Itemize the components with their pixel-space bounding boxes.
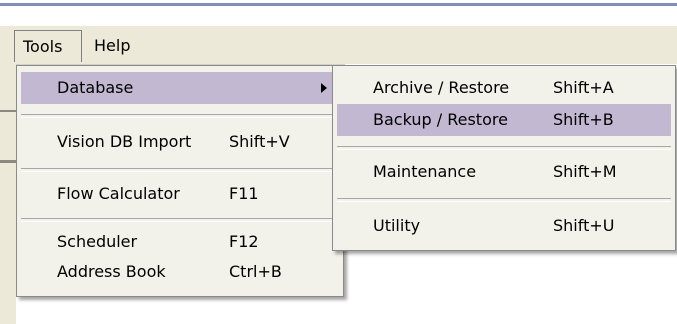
menu-item-backup-restore[interactable]: Backup / Restore Shift+B: [337, 104, 671, 136]
menu-separator: [21, 218, 339, 222]
menu-item-shortcut: Shift+A: [553, 78, 614, 97]
menu-item-address-book[interactable]: Address Book Ctrl+B: [21, 256, 339, 288]
menu-item-shortcut: Ctrl+B: [229, 262, 282, 281]
menu-item-shortcut: Shift+V: [229, 132, 290, 151]
menu-item-label: Utility: [373, 216, 421, 235]
submenu-arrow-icon: [321, 83, 327, 93]
menu-item-label: Flow Calculator: [57, 184, 180, 203]
menu-separator: [21, 114, 339, 118]
menu-item-label: Address Book: [57, 262, 166, 281]
menu-item-shortcut: F11: [229, 184, 259, 203]
menu-item-shortcut: Shift+M: [553, 162, 617, 181]
menu-item-archive-restore[interactable]: Archive / Restore Shift+A: [337, 72, 671, 104]
window-top-edge: [0, 0, 677, 6]
menu-item-utility[interactable]: Utility Shift+U: [337, 210, 671, 242]
menu-item-scheduler[interactable]: Scheduler F12: [21, 226, 339, 258]
menu-item-label: Maintenance: [373, 162, 477, 181]
menu-separator: [337, 146, 671, 150]
menu-bar: Tools Help: [0, 26, 677, 65]
menu-item-flow-calculator[interactable]: Flow Calculator F11: [21, 178, 339, 210]
menu-item-label: Vision DB Import: [57, 132, 192, 151]
menu-item-shortcut: Shift+B: [553, 110, 614, 129]
tools-menu: Database Vision DB Import Shift+V Flow C…: [16, 65, 344, 297]
menu-help[interactable]: Help: [86, 30, 146, 62]
menu-item-shortcut: F12: [229, 232, 259, 251]
menu-item-vision-db-import[interactable]: Vision DB Import Shift+V: [21, 126, 339, 158]
menu-item-label: Database: [57, 78, 134, 97]
menu-tools[interactable]: Tools: [14, 30, 82, 62]
menu-item-label: Scheduler: [57, 232, 138, 251]
database-submenu: Archive / Restore Shift+A Backup / Resto…: [332, 65, 676, 251]
menu-separator: [21, 168, 339, 172]
menu-item-label: Archive / Restore: [373, 78, 510, 97]
menu-item-shortcut: Shift+U: [553, 216, 615, 235]
menu-item-database[interactable]: Database: [21, 72, 339, 104]
menu-item-label: Backup / Restore: [373, 110, 508, 129]
window-background: [0, 64, 16, 324]
window-frame-line: [0, 160, 16, 163]
window-frame-line: [0, 110, 16, 112]
menu-separator: [337, 198, 671, 202]
menu-item-maintenance[interactable]: Maintenance Shift+M: [337, 156, 671, 188]
